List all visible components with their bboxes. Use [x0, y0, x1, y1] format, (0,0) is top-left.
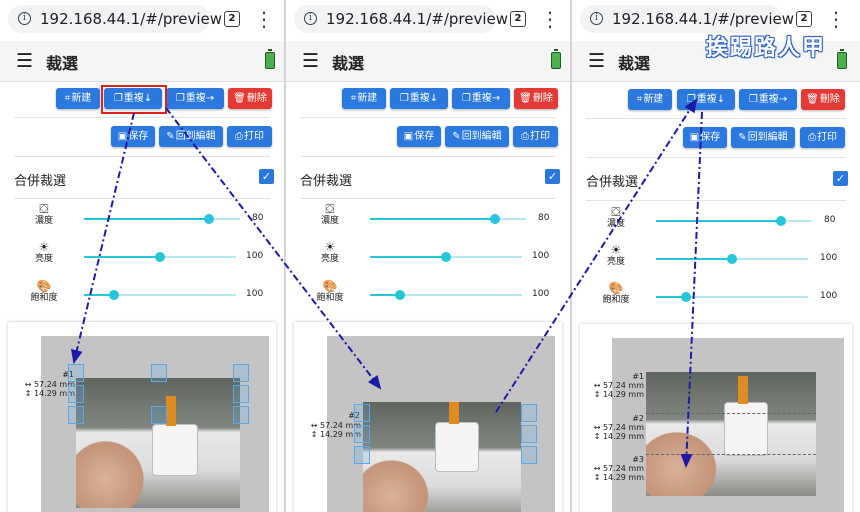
annotation-arrow — [165, 107, 382, 390]
annotation-arrows — [70, 98, 703, 468]
annotation-arrow — [70, 112, 135, 364]
annotation-arrow — [680, 111, 703, 468]
annotation-arrow — [495, 98, 698, 413]
